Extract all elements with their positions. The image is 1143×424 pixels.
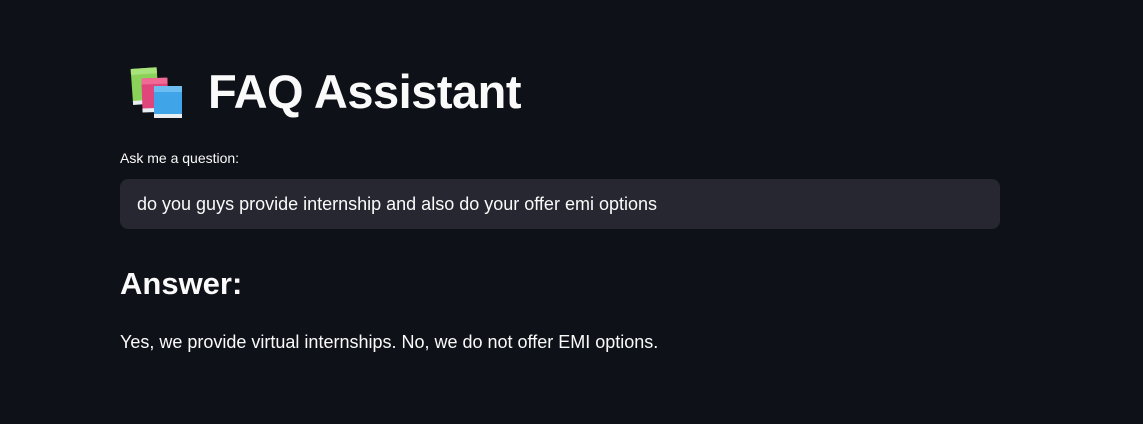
answer-heading: Answer: — [120, 266, 243, 301]
question-label: Ask me a question: — [120, 150, 240, 166]
app-main: FAQ Assistant Ask me a question: Answer:… — [0, 0, 1143, 424]
answer-text: Yes, we provide virtual internships. No,… — [120, 332, 659, 352]
page-title: FAQ Assistant — [208, 65, 522, 118]
title-row: FAQ Assistant — [128, 62, 522, 122]
books-icon — [130, 67, 182, 118]
question-input[interactable] — [120, 179, 1000, 229]
